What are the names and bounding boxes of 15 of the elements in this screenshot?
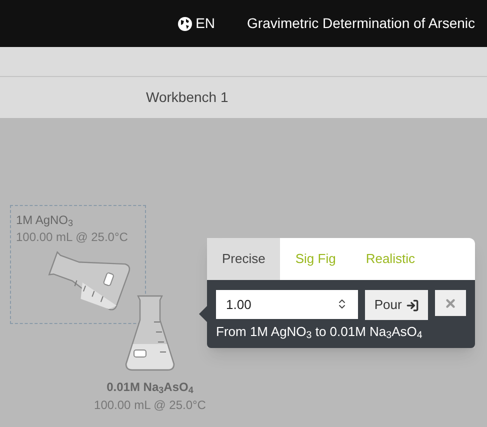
flask-volume: 100.00 mL @ 25.0°C [94,397,206,414]
flask-name: 1M AgNO$_{3}$ [16,212,74,229]
pour-button[interactable]: Pour [365,290,428,320]
language-button[interactable]: EN [178,13,216,34]
amount-field[interactable]: 1.00 [216,290,358,319]
globe-icon [178,16,192,30]
flask-icon [124,294,176,372]
enter-icon [406,298,419,312]
app-title: Gravimetric Determination of Arsenic [247,14,475,33]
close-icon [444,296,457,310]
pour-description: From 1M AgNO$_{3}$ to 0.01M Na$_{3}$AsO$_{4}$ [216,323,424,342]
workbench-tab[interactable]: Workbench 1 [146,87,228,108]
flask-volume: 100.00 mL @ 25.0°C [16,229,129,245]
flask-name: 0.01M Na$_{3}$AsO$_{4}$ [106,379,194,396]
mode-tab[interactable]: Precise [207,238,280,280]
